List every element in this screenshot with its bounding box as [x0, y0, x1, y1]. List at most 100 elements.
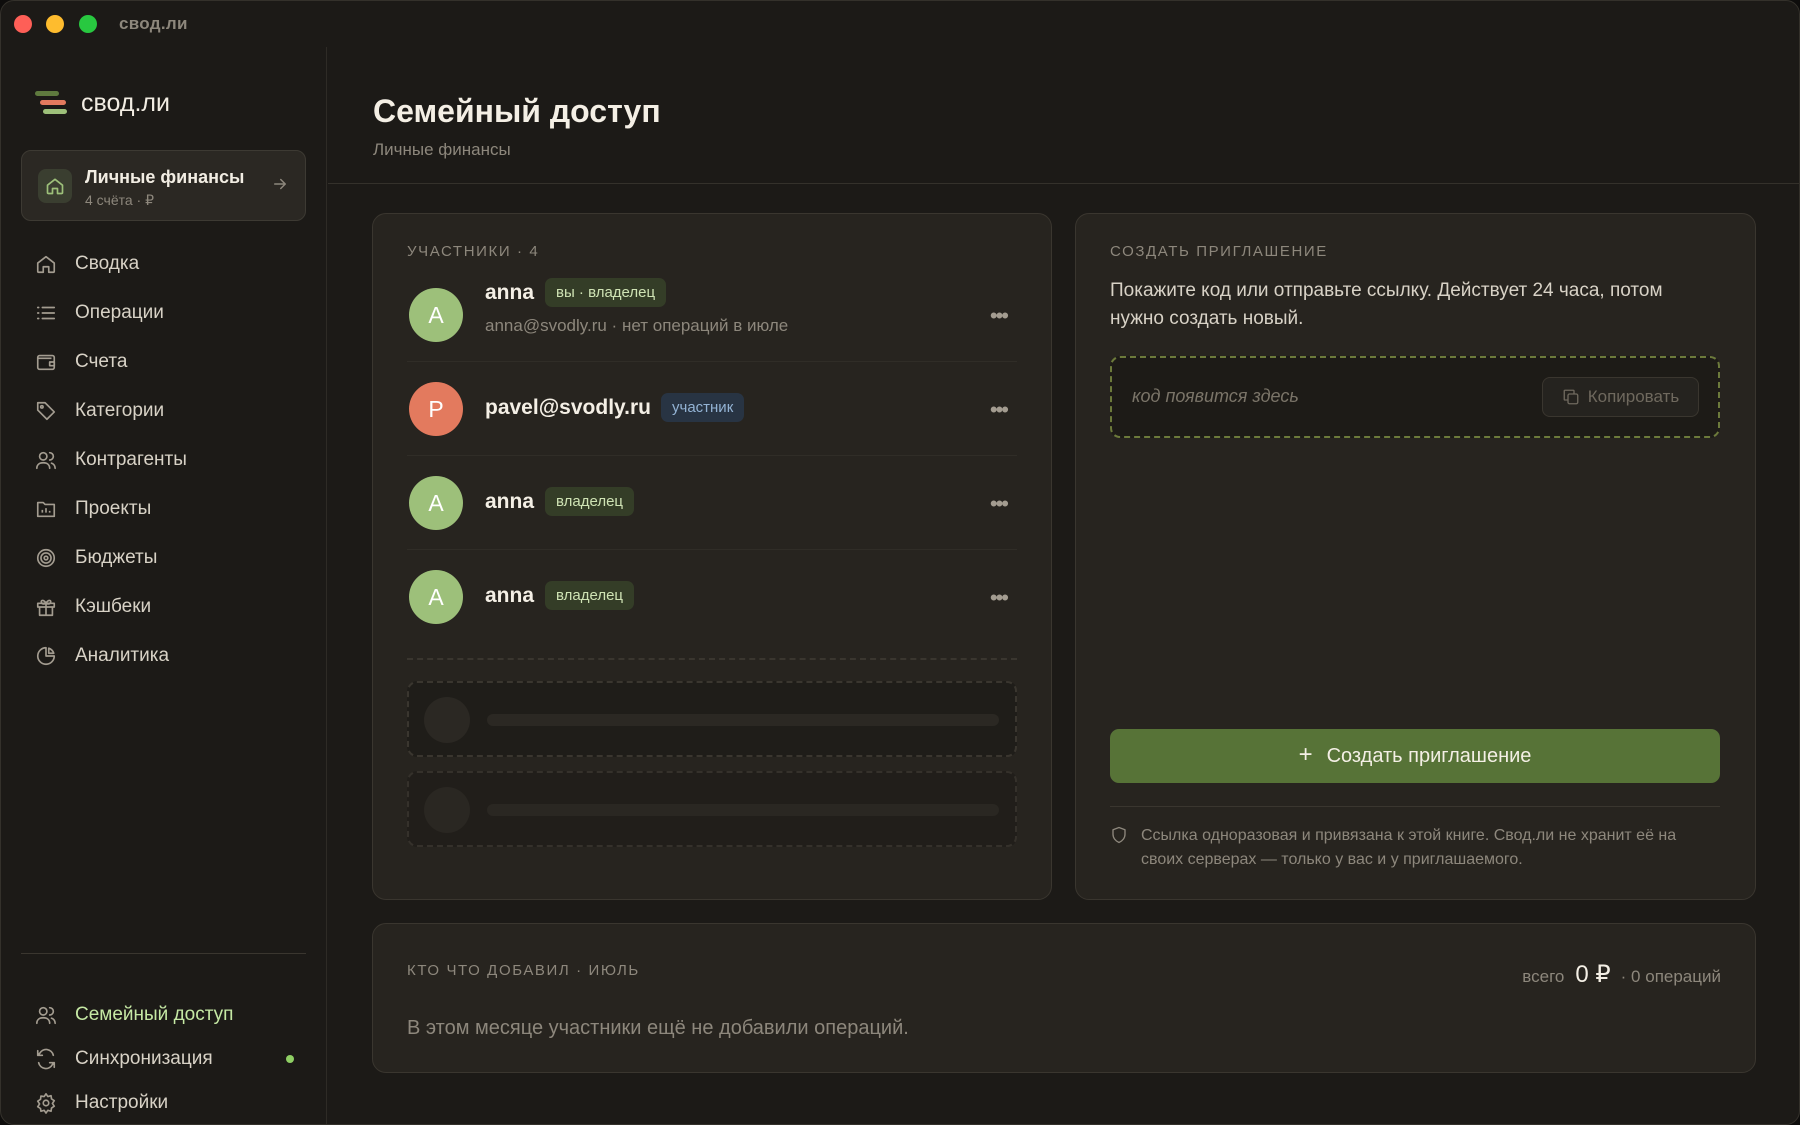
member-row: A anna владелец •••: [407, 550, 1017, 644]
member-row: A anna вы · владелец anna@svodly.ru · не…: [407, 268, 1017, 362]
invite-divider: [1110, 806, 1720, 807]
activity-heading: КТО ЧТО ДОБАВИЛ · ИЮЛЬ: [407, 962, 640, 979]
nav-label: Кэшбеки: [75, 595, 152, 617]
sidebar: свод.ли Личные финансы 4 счёта · ₽ Сводк…: [1, 47, 327, 1124]
sync-icon: [35, 1048, 57, 1070]
home-icon: [38, 169, 72, 203]
title-bar: свод.ли: [1, 1, 1799, 47]
nav-item-analytics[interactable]: Аналитика: [21, 631, 306, 680]
member-name: pavel@svodly.ru: [485, 396, 651, 419]
member-row: A anna владелец •••: [407, 456, 1017, 550]
home-icon: [35, 253, 57, 275]
create-invite-button[interactable]: + Создать приглашение: [1110, 729, 1720, 783]
window-title: свод.ли: [119, 14, 188, 33]
gift-icon: [35, 596, 57, 618]
sync-status-dot: [286, 1055, 294, 1063]
minimize-window-button[interactable]: [46, 15, 64, 33]
more-options-icon[interactable]: •••: [990, 397, 1009, 423]
zoom-window-button[interactable]: [79, 15, 97, 33]
users-icon: [35, 449, 57, 471]
nav-label: Проекты: [75, 497, 152, 519]
nav-label: Категории: [75, 399, 165, 421]
target-icon: [35, 547, 57, 569]
app-window: свод.ли свод.ли Личные финансы 4 счёта ·…: [0, 0, 1800, 1125]
tag-icon: [35, 400, 57, 422]
role-badge: владелец: [545, 581, 635, 610]
placeholder-slot: [407, 681, 1017, 757]
nav-item-categories[interactable]: Категории: [21, 386, 306, 435]
shield-icon: [1110, 826, 1128, 849]
member-name: anna: [485, 281, 535, 304]
nav-item-projects[interactable]: Проекты: [21, 484, 306, 533]
member-row: P pavel@svodly.ru участник •••: [407, 362, 1017, 456]
wallet-icon: [35, 351, 57, 373]
nav-label: Семейный доступ: [75, 1004, 234, 1025]
invite-code-box: код появится здесь Копировать: [1110, 356, 1720, 438]
member-name: anna: [485, 490, 535, 513]
pie-chart-icon: [35, 645, 57, 667]
nav-label: Настройки: [75, 1092, 169, 1113]
main-nav: Сводка Операции Счета Категории Контраге…: [21, 239, 306, 680]
nav-label: Операции: [75, 301, 164, 323]
copy-label: Копировать: [1587, 387, 1680, 406]
security-note-text: Ссылка одноразовая и привязана к этой кн…: [1141, 827, 1677, 868]
member-name: anna: [485, 584, 535, 607]
activity-panel: КТО ЧТО ДОБАВИЛ · ИЮЛЬ всего 0 ₽ · 0 опе…: [372, 923, 1756, 1073]
plus-icon: +: [1298, 740, 1313, 768]
security-note: Ссылка одноразовая и привязана к этой кн…: [1110, 824, 1720, 872]
nav-item-operations[interactable]: Операции: [21, 288, 306, 337]
role-badge: участник: [661, 393, 745, 422]
nav-item-sync[interactable]: Синхронизация: [21, 1037, 306, 1081]
more-options-icon[interactable]: •••: [990, 585, 1009, 611]
nav-item-settings[interactable]: Настройки: [21, 1081, 306, 1124]
more-options-icon[interactable]: •••: [990, 303, 1009, 329]
more-options-icon[interactable]: •••: [990, 491, 1009, 517]
app-logo: свод.ли: [35, 89, 170, 118]
nav-item-family-access[interactable]: Семейный доступ: [21, 993, 306, 1037]
nav-item-accounts[interactable]: Счета: [21, 337, 306, 386]
invite-description: Покажите код или отправьте ссылку. Дейст…: [1110, 280, 1663, 329]
book-title: Личные финансы: [85, 167, 245, 187]
activity-empty-text: В этом месяце участники ещё не добавили …: [407, 1017, 909, 1039]
code-placeholder: код появится здесь: [1132, 386, 1299, 406]
bottom-nav: Семейный доступ Синхронизация Настройки: [21, 993, 306, 1124]
members-panel: УЧАСТНИКИ · 4 A anna вы · владелец anna@…: [372, 213, 1052, 900]
total-operations: · 0 операций: [1620, 967, 1721, 986]
folder-chart-icon: [35, 498, 57, 520]
member-subtitle: anna@svodly.ru · нет операций в июле: [485, 316, 789, 335]
placeholder-slot: [407, 771, 1017, 847]
invite-heading: СОЗДАТЬ ПРИГЛАШЕНИЕ: [1110, 243, 1328, 260]
role-badge: вы · владелец: [545, 278, 667, 307]
avatar: A: [409, 476, 463, 530]
create-invite-label: Создать приглашение: [1326, 744, 1532, 767]
total-value: 0 ₽: [1575, 961, 1611, 988]
gear-icon: [35, 1092, 57, 1114]
avatar: P: [409, 382, 463, 436]
book-subtitle: 4 счёта · ₽: [85, 192, 154, 208]
logo-text: свод.ли: [81, 89, 170, 117]
copy-button[interactable]: Копировать: [1542, 377, 1699, 417]
nav-label: Счета: [75, 350, 128, 372]
close-window-button[interactable]: [14, 15, 32, 33]
dashed-divider: [407, 658, 1017, 660]
nav-label: Аналитика: [75, 644, 170, 666]
total-label: всего: [1522, 967, 1565, 986]
page-title: Семейный доступ: [373, 93, 661, 129]
nav-item-counterparties[interactable]: Контрагенты: [21, 435, 306, 484]
copy-icon: [1562, 388, 1580, 406]
nav-item-cashbacks[interactable]: Кэшбеки: [21, 582, 306, 631]
sidebar-divider: [21, 953, 306, 954]
logo-icon: [35, 90, 67, 117]
invite-panel: СОЗДАТЬ ПРИГЛАШЕНИЕ Покажите код или отп…: [1075, 213, 1756, 900]
main-content: Семейный доступ Личные финансы УЧАСТНИКИ…: [328, 47, 1799, 1124]
avatar: A: [409, 288, 463, 342]
nav-label: Контрагенты: [75, 448, 187, 470]
arrow-right-icon: [271, 175, 289, 198]
list-icon: [35, 302, 57, 324]
activity-total: всего 0 ₽ · 0 операций: [1522, 960, 1721, 989]
nav-item-budgets[interactable]: Бюджеты: [21, 533, 306, 582]
users-icon: [35, 1004, 57, 1026]
book-switcher[interactable]: Личные финансы 4 счёта · ₽: [21, 150, 306, 221]
avatar: A: [409, 570, 463, 624]
nav-item-summary[interactable]: Сводка: [21, 239, 306, 288]
